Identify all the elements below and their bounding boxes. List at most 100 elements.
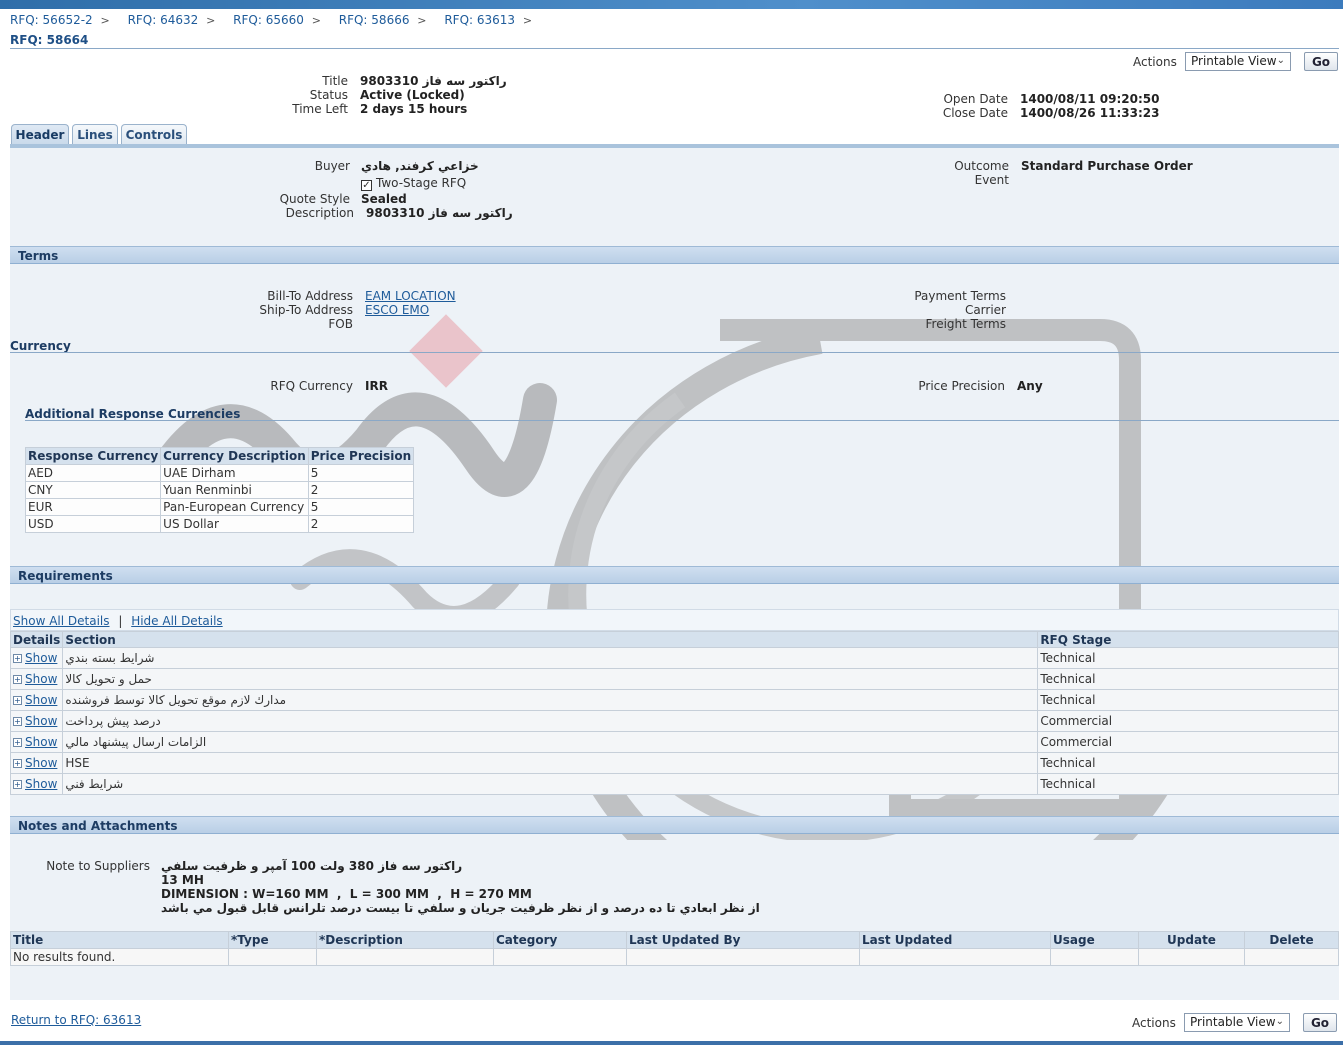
close-date-value: 1400/08/26 11:33:23 bbox=[1020, 106, 1160, 120]
note-line: از نظر ابعادي تا ده درصد و از نظر ظرفيت … bbox=[161, 901, 760, 915]
tab-header[interactable]: Header bbox=[11, 124, 69, 145]
table-cell: 5 bbox=[307, 498, 415, 516]
open-date-label: Open Date bbox=[943, 92, 1008, 106]
expand-icon[interactable]: + bbox=[13, 759, 22, 768]
column-header: Section bbox=[62, 631, 1039, 648]
breadcrumb-link[interactable]: RFQ: 65660 bbox=[233, 13, 304, 27]
checkbox-checked-icon: ✓ bbox=[361, 180, 372, 191]
details-cell: + Show bbox=[9, 689, 64, 711]
table-row: + Show شرايط بسته بندي Technical bbox=[9, 647, 1339, 669]
show-details-link[interactable]: Show bbox=[25, 714, 57, 728]
expand-icon[interactable]: + bbox=[13, 675, 22, 684]
stage-cell: Commercial bbox=[1037, 710, 1339, 732]
actions-select-bottom[interactable]: Printable View ⌄ bbox=[1184, 1013, 1290, 1032]
show-details-link[interactable]: Show bbox=[25, 777, 57, 791]
expand-icon[interactable]: + bbox=[13, 654, 22, 663]
tab-controls[interactable]: Controls bbox=[121, 124, 187, 145]
section-cell: حمل و تحويل كالا bbox=[62, 668, 1039, 690]
expand-icon[interactable]: + bbox=[13, 780, 22, 789]
stage-cell: Technical bbox=[1037, 752, 1339, 774]
table-cell bbox=[228, 948, 317, 966]
buyer-value: خزاعي كرفند, هادي bbox=[361, 159, 479, 173]
table-cell: 2 bbox=[307, 515, 415, 533]
show-all-details-link[interactable]: Show All Details bbox=[13, 614, 110, 628]
column-header: Delete bbox=[1244, 931, 1339, 949]
requirements-section-header: Requirements bbox=[10, 566, 1339, 584]
toggle-separator: | bbox=[118, 614, 123, 628]
column-header: *Type bbox=[228, 931, 317, 949]
show-details-link[interactable]: Show bbox=[25, 672, 57, 686]
details-cell: + Show bbox=[9, 668, 64, 690]
bill-to-link[interactable]: EAM LOCATION bbox=[365, 289, 456, 303]
breadcrumb-separator: > bbox=[311, 14, 321, 27]
additional-currencies-divider bbox=[25, 420, 1339, 421]
requirements-table: Details Section RFQ Stage + Show شرايط بس… bbox=[9, 631, 1339, 795]
show-details-link[interactable]: Show bbox=[25, 693, 57, 707]
column-header: Last Updated bbox=[859, 931, 1051, 949]
section-cell: الزامات ارسال پيشنهاد مالي bbox=[62, 731, 1039, 753]
expand-icon[interactable]: + bbox=[13, 717, 22, 726]
status-value: Active (Locked) bbox=[360, 88, 465, 102]
show-details-link[interactable]: Show bbox=[25, 651, 57, 665]
table-row: AED UAE Dirham 5 bbox=[24, 464, 415, 482]
note-line: راكتور سه فاز 380 ولت 100 آمپر و ظرفيت س… bbox=[161, 859, 463, 873]
ship-to-label: Ship-To Address bbox=[259, 303, 353, 317]
breadcrumb-link[interactable]: RFQ: 64632 bbox=[128, 13, 199, 27]
table-header-row: Title *Type *Description Category Last U… bbox=[10, 931, 1339, 949]
table-row: + Show HSE Technical bbox=[9, 752, 1339, 774]
column-header: Category bbox=[493, 931, 627, 949]
details-cell: + Show bbox=[9, 773, 64, 795]
breadcrumb: RFQ: 56652-2 > RFQ: 64632 > RFQ: 65660 >… bbox=[10, 13, 532, 27]
empty-message: No results found. bbox=[10, 948, 229, 966]
column-header: Details bbox=[9, 631, 64, 648]
freight-terms-label: Freight Terms bbox=[925, 317, 1007, 331]
terms-section-header: Terms bbox=[10, 246, 1339, 264]
table-cell: AED bbox=[24, 464, 162, 482]
breadcrumb-link[interactable]: RFQ: 56652-2 bbox=[10, 13, 93, 27]
actions-label-bottom: Actions bbox=[1132, 1016, 1176, 1030]
table-cell bbox=[1138, 948, 1245, 966]
expand-icon[interactable]: + bbox=[13, 738, 22, 747]
table-cell: US Dollar bbox=[160, 515, 309, 533]
tab-lines[interactable]: Lines bbox=[72, 124, 118, 145]
fob-label: FOB bbox=[328, 317, 353, 331]
table-cell: UAE Dirham bbox=[160, 464, 309, 482]
table-row: + Show شرايط فني Technical bbox=[9, 773, 1339, 795]
breadcrumb-separator: > bbox=[100, 14, 110, 27]
status-label: Status bbox=[309, 88, 348, 102]
show-details-link[interactable]: Show bbox=[25, 756, 57, 770]
table-cell: USD bbox=[24, 515, 162, 533]
column-header: *Description bbox=[316, 931, 494, 949]
show-details-link[interactable]: Show bbox=[25, 735, 57, 749]
actions-select-value: Printable View bbox=[1190, 1015, 1276, 1029]
note-line: 13 MH bbox=[161, 873, 204, 887]
actions-select[interactable]: Printable View ⌄ bbox=[1185, 52, 1291, 71]
hide-all-details-link[interactable]: Hide All Details bbox=[131, 614, 222, 628]
table-cell: EUR bbox=[24, 498, 162, 516]
go-button-bottom[interactable]: Go bbox=[1303, 1013, 1337, 1032]
details-cell: + Show bbox=[9, 710, 64, 732]
details-toggle-bar: Show All Details | Hide All Details bbox=[10, 609, 1339, 631]
two-stage-checkbox: ✓ Two-Stage RFQ bbox=[361, 176, 466, 191]
table-cell: 2 bbox=[307, 481, 415, 499]
breadcrumb-link[interactable]: RFQ: 63613 bbox=[444, 13, 515, 27]
go-button[interactable]: Go bbox=[1304, 52, 1338, 71]
carrier-label: Carrier bbox=[964, 303, 1006, 317]
title-value: 9803310 راكتور سه فاز bbox=[360, 74, 507, 88]
currency-subheader: Currency bbox=[10, 339, 71, 353]
ship-to-link[interactable]: ESCO EMO bbox=[365, 303, 429, 317]
price-precision-label: Price Precision bbox=[918, 379, 1005, 393]
breadcrumb-link[interactable]: RFQ: 58666 bbox=[339, 13, 410, 27]
payment-terms-label: Payment Terms bbox=[914, 289, 1006, 303]
rfq-currency-value: IRR bbox=[365, 379, 388, 393]
column-header: Price Precision bbox=[307, 447, 415, 465]
stage-cell: Technical bbox=[1037, 773, 1339, 795]
bottom-border bbox=[0, 1041, 1343, 1045]
expand-icon[interactable]: + bbox=[13, 696, 22, 705]
bill-to-label: Bill-To Address bbox=[267, 289, 353, 303]
table-cell: 5 bbox=[307, 464, 415, 482]
table-cell: Yuan Renminbi bbox=[160, 481, 309, 499]
return-link[interactable]: Return to RFQ: 63613 bbox=[11, 1013, 141, 1027]
breadcrumb-separator: > bbox=[417, 14, 427, 27]
top-banner bbox=[0, 0, 1343, 9]
